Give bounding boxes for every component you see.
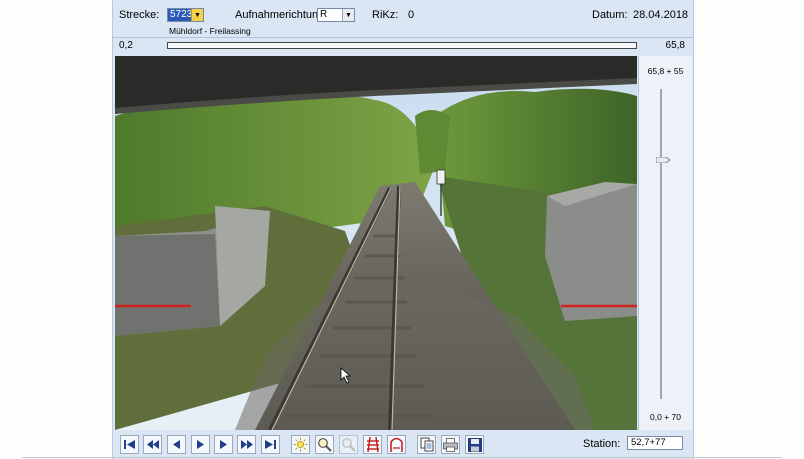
print-icon <box>443 437 458 452</box>
fast-forward-button[interactable] <box>237 435 256 454</box>
zoom-in-button[interactable] <box>315 435 334 454</box>
rikz-label: RiKz: <box>372 9 399 21</box>
rikz-value: 0 <box>408 9 415 21</box>
datum-label: Datum: <box>592 9 628 21</box>
strecke-label: Strecke: <box>119 9 160 21</box>
zoom-out-icon <box>342 438 356 452</box>
km-slider-track[interactable] <box>660 89 662 399</box>
print-button[interactable] <box>441 435 460 454</box>
app-window: Strecke: 5723 ▼ Aufnahmerichtung: R ▼ Ri… <box>112 0 694 459</box>
step-back-icon <box>173 440 180 449</box>
toolbar: Station: 52,7+77 <box>113 433 693 457</box>
brightness-icon <box>293 437 308 452</box>
route-name: Mühldorf - Freilassing <box>169 26 251 36</box>
position-start: 0,2 <box>119 40 133 51</box>
step-back-button[interactable] <box>167 435 186 454</box>
fast-back-button[interactable] <box>143 435 162 454</box>
datum-value: 28.04.2018 <box>633 9 689 21</box>
save-icon <box>467 437 482 452</box>
copy-button[interactable] <box>417 435 436 454</box>
station-label: Station: <box>583 438 621 450</box>
play-button[interactable] <box>191 435 210 454</box>
divider <box>113 37 693 38</box>
first-frame-button[interactable] <box>120 435 139 454</box>
brightness-button[interactable] <box>291 435 310 454</box>
zoom-in-icon <box>318 438 332 452</box>
track-button[interactable] <box>363 435 382 454</box>
chevron-down-icon[interactable]: ▼ <box>191 9 203 21</box>
track-profile-button[interactable] <box>387 435 406 454</box>
richtung-label: Aufnahmerichtung: <box>235 9 328 21</box>
position-row: 0,2 65,8 <box>113 39 693 54</box>
richtung-value: R <box>320 9 328 20</box>
step-forward-icon <box>220 440 227 449</box>
km-slider-thumb[interactable] <box>656 157 670 164</box>
first-icon <box>124 440 135 449</box>
header-bar: Strecke: 5723 ▼ Aufnahmerichtung: R ▼ Ri… <box>113 0 693 37</box>
km-slider-panel: 65,8 + 55 0,0 + 70 <box>638 56 692 430</box>
bottom-divider <box>22 457 782 458</box>
zoom-out-button[interactable] <box>339 435 358 454</box>
track-icon <box>366 437 379 452</box>
km-bottom-label: 0,0 + 70 <box>650 412 681 422</box>
chevron-down-icon[interactable]: ▼ <box>342 9 354 21</box>
fast-back-icon <box>146 440 159 449</box>
km-top-label: 65,8 + 55 <box>647 66 684 76</box>
track-video-frame[interactable] <box>115 56 637 430</box>
last-icon <box>265 440 276 449</box>
last-frame-button[interactable] <box>261 435 280 454</box>
strecke-select[interactable]: 5723 ▼ <box>167 8 204 22</box>
fast-forward-icon <box>240 440 253 449</box>
copy-icon <box>420 437 433 452</box>
step-forward-button[interactable] <box>214 435 233 454</box>
save-button[interactable] <box>465 435 484 454</box>
position-end: 65,8 <box>665 40 685 51</box>
track-scene-image <box>115 56 637 430</box>
play-icon <box>197 440 204 449</box>
position-slider[interactable] <box>167 42 637 49</box>
richtung-select[interactable]: R ▼ <box>317 8 355 22</box>
track-profile-icon <box>390 437 403 452</box>
station-input[interactable]: 52,7+77 <box>627 436 683 450</box>
